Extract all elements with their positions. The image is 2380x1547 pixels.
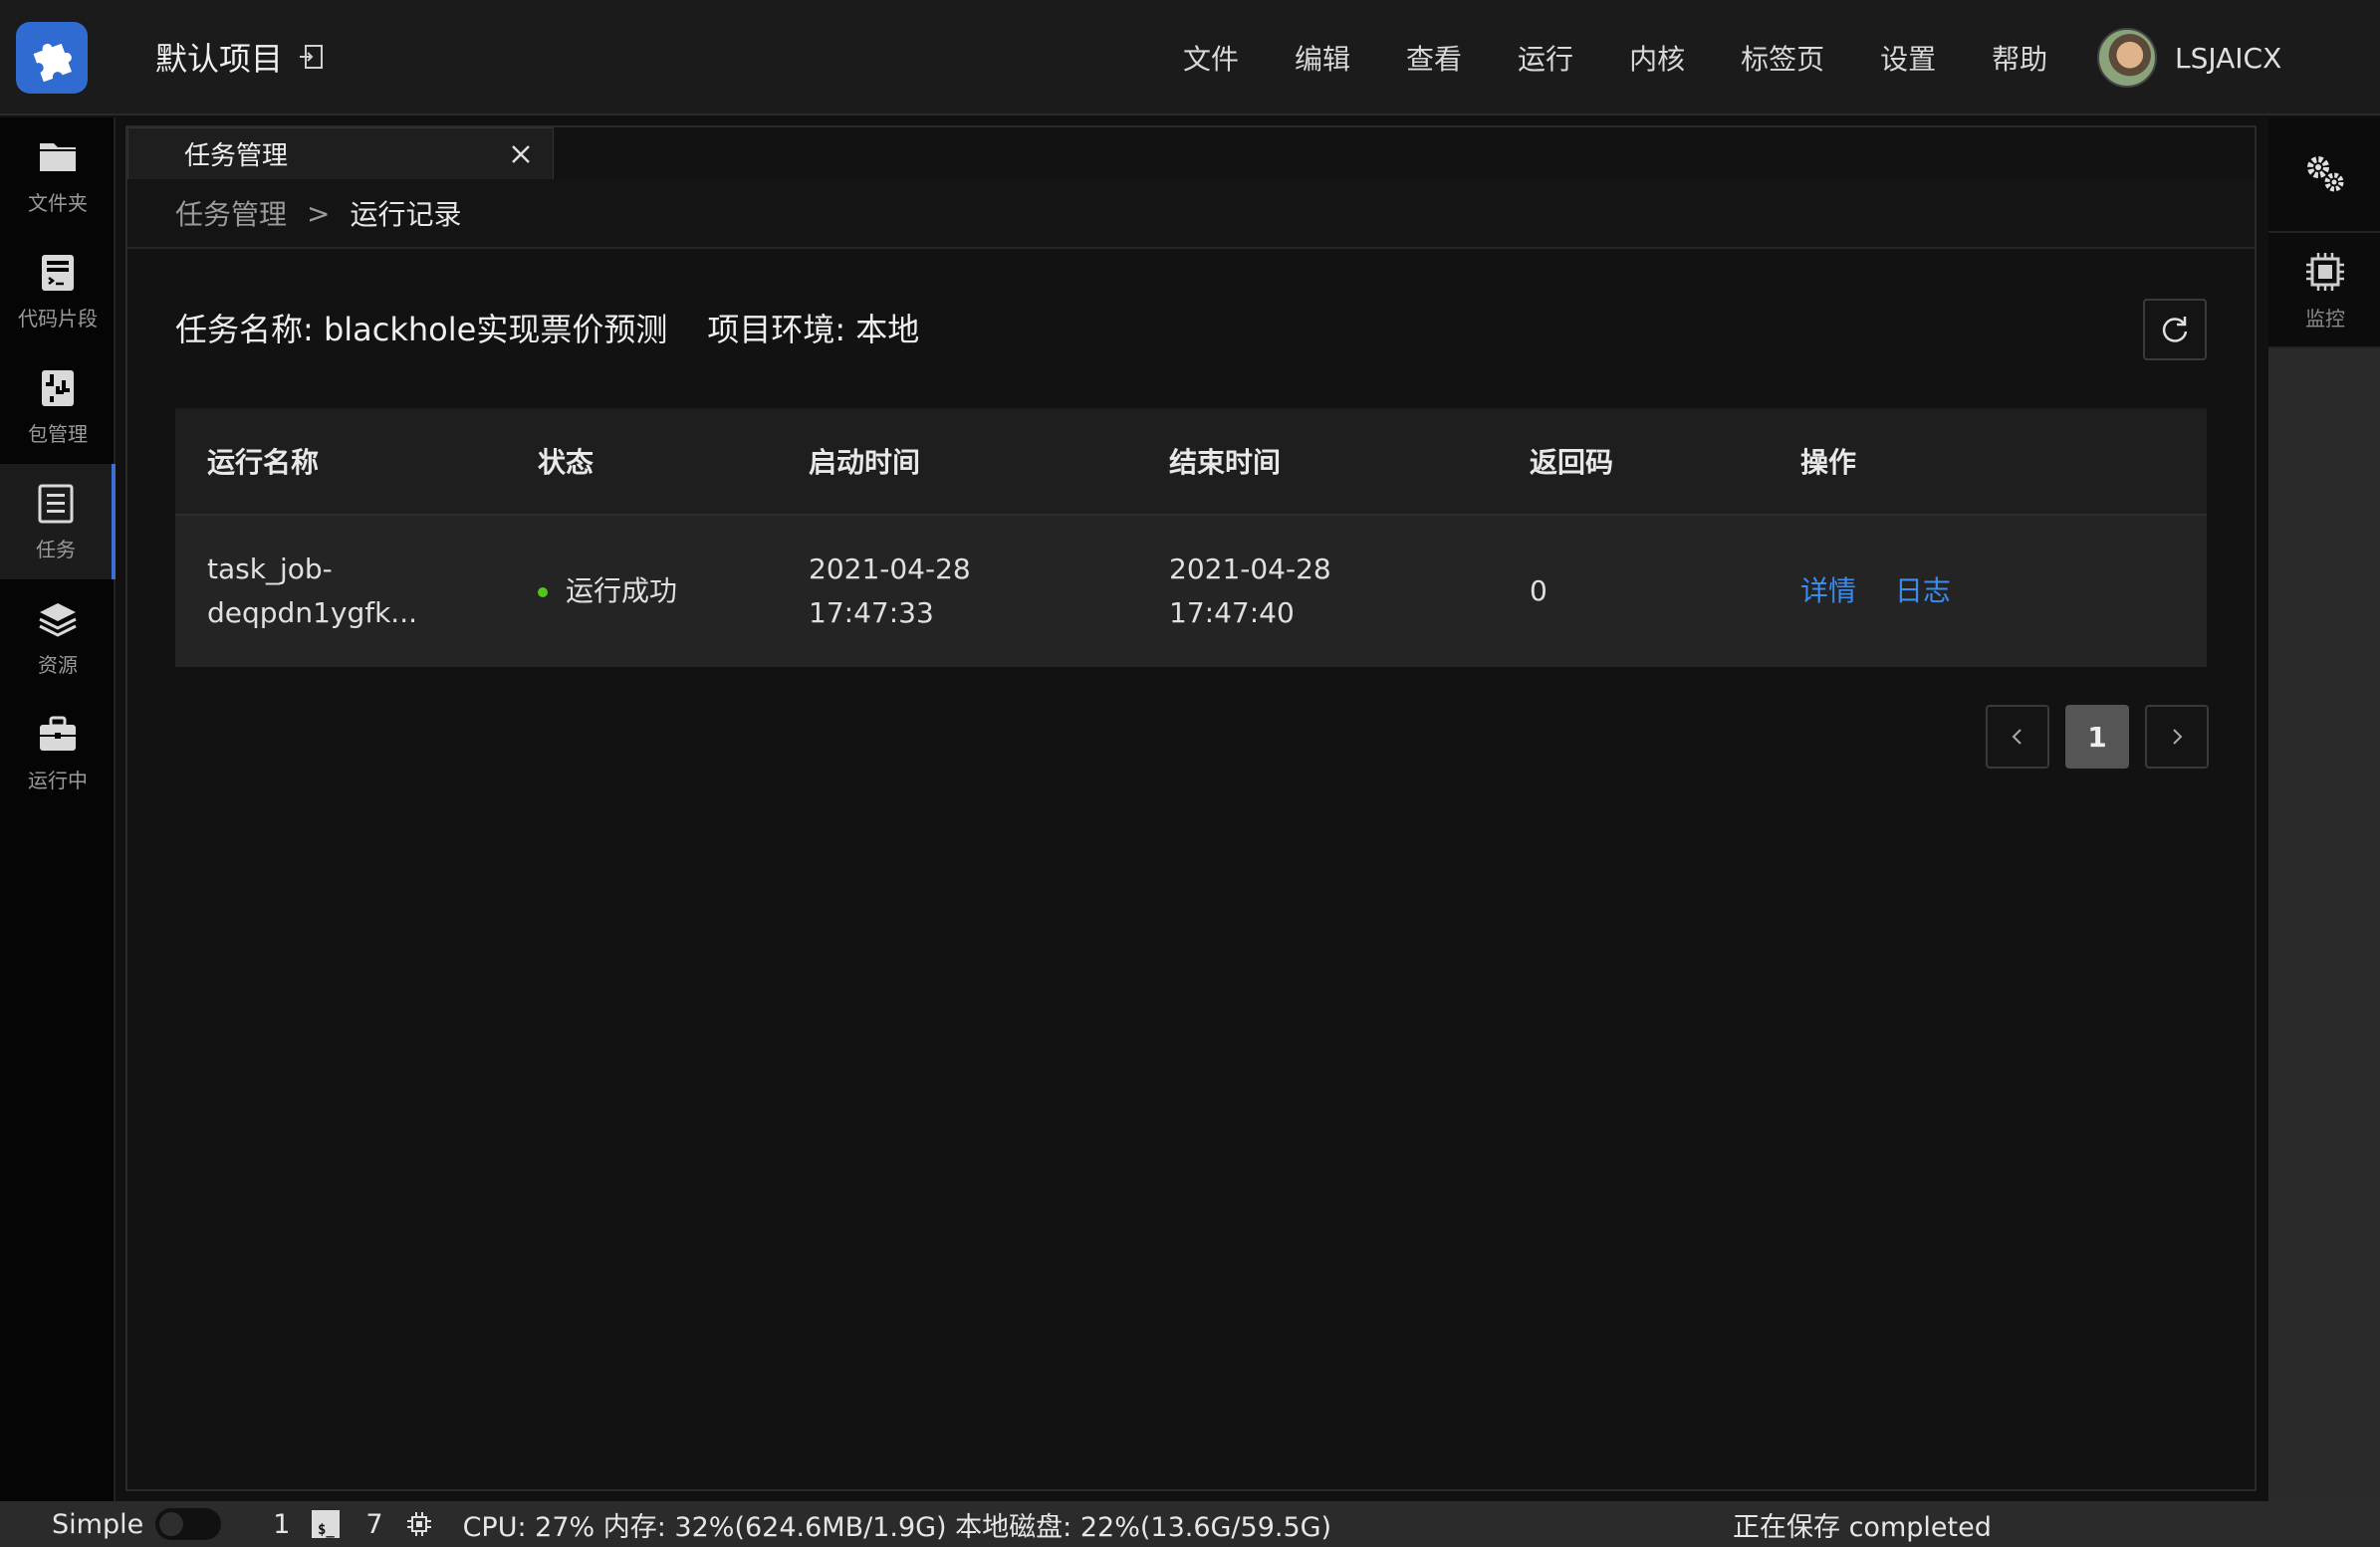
- chevron-left-icon: [2012, 729, 2022, 745]
- layers-icon: [39, 602, 77, 637]
- right-sidebar-item-monitor[interactable]: 监控: [2268, 233, 2380, 348]
- task-info: 任务名称: blackhole实现票价预测 项目环境: 本地: [175, 305, 919, 350]
- logs-link[interactable]: 日志: [1895, 574, 1951, 607]
- sidebar-item-label: 包管理: [28, 421, 88, 446]
- column-header-start-time: 启动时间: [809, 446, 921, 479]
- column-header-run-name: 运行名称: [207, 446, 320, 479]
- task-icon: [38, 484, 74, 523]
- app-logo[interactable]: [16, 22, 88, 94]
- menu-edit[interactable]: 编辑: [1295, 38, 1350, 78]
- sidebar-item-label: 代码片段: [18, 306, 98, 331]
- main-menu: 文件 编辑 查看 运行 内核 标签页 设置 帮助: [1183, 38, 2103, 78]
- mode-label: Simple: [52, 1508, 144, 1540]
- menu-file[interactable]: 文件: [1183, 38, 1239, 78]
- sidebar-item-package[interactable]: 包管理: [0, 348, 116, 464]
- sidebar-item-task[interactable]: 任务: [0, 464, 116, 579]
- right-sidebar: 监控: [2266, 117, 2380, 1501]
- menu-help[interactable]: 帮助: [1992, 38, 2047, 78]
- code-snippet-icon: [42, 254, 74, 291]
- right-sidebar-item-label: 监控: [2305, 306, 2345, 331]
- project-environment: 项目环境: 本地: [707, 311, 920, 348]
- project-selector[interactable]: 默认项目: [155, 34, 325, 80]
- puzzle-icon: [33, 43, 72, 82]
- tab-label: 任务管理: [184, 141, 289, 171]
- main-panel: 任务管理 任务管理 > 运行记录 任务名称: blackhole实现票价预测 项…: [125, 125, 2257, 1491]
- username: LSJAICX: [2175, 41, 2282, 75]
- run-name-cell: task_job-deqpdn1ygfk...: [207, 552, 417, 629]
- menu-settings[interactable]: 设置: [1880, 38, 1936, 78]
- sidebar-item-label: 运行中: [28, 768, 88, 792]
- save-status: 正在保存 completed: [1733, 1511, 1992, 1543]
- package-icon: [42, 369, 74, 406]
- project-title: 默认项目: [155, 40, 284, 78]
- tab-bar: 任务管理: [127, 127, 2255, 179]
- page-button-current[interactable]: 1: [2065, 705, 2129, 769]
- top-bar: 默认项目 文件 编辑 查看 运行 内核 标签页 设置 帮助 LSJAICX: [0, 0, 2380, 115]
- table-row: task_job-deqpdn1ygfk... 运行成功 2021-04-28 …: [175, 516, 2207, 667]
- status-dot: [538, 587, 548, 597]
- resource-stats: CPU: 27% 内存: 32%(624.6MB/1.9G) 本地磁盘: 22%…: [462, 1511, 1332, 1543]
- start-date: 2021-04-28: [809, 552, 971, 585]
- column-header-status: 状态: [538, 446, 595, 479]
- status-cell: 运行成功: [538, 569, 809, 613]
- details-link[interactable]: 详情: [1800, 574, 1856, 607]
- folder-icon: [40, 142, 76, 171]
- column-header-return-code: 返回码: [1530, 446, 1614, 479]
- menu-tabs[interactable]: 标签页: [1741, 38, 1824, 78]
- terminal-count: 1: [273, 1508, 291, 1540]
- tab-task-management[interactable]: 任务管理: [127, 127, 554, 179]
- breadcrumb-current: 运行记录: [350, 198, 462, 231]
- sidebar-item-code-snippet[interactable]: 代码片段: [0, 233, 116, 348]
- end-time: 17:47:40: [1169, 596, 1295, 629]
- gears-icon: [2307, 156, 2344, 192]
- close-icon[interactable]: [509, 142, 533, 166]
- menu-kernel[interactable]: 内核: [1629, 38, 1685, 78]
- simple-mode-toggle[interactable]: [155, 1508, 222, 1540]
- switch-project-icon[interactable]: [299, 44, 325, 70]
- breadcrumb-parent[interactable]: 任务管理: [175, 193, 287, 233]
- briefcase-icon: [40, 716, 76, 751]
- sidebar-item-label: 文件夹: [28, 190, 88, 215]
- refresh-icon: [2162, 317, 2188, 342]
- breadcrumb: 任务管理 > 运行记录: [127, 179, 2255, 249]
- sidebar-item-resources[interactable]: 资源: [0, 579, 116, 695]
- menu-view[interactable]: 查看: [1406, 38, 1462, 78]
- sidebar-item-running[interactable]: 运行中: [0, 695, 116, 810]
- column-header-end-time: 结束时间: [1169, 446, 1282, 479]
- end-time-cell: 2021-04-28 17:47:40: [1169, 548, 1530, 635]
- return-code-cell: 0: [1530, 574, 1547, 607]
- refresh-button[interactable]: [2143, 299, 2207, 360]
- start-time: 17:47:33: [809, 596, 934, 629]
- status-bar: Simple 1 $_ 7 CPU: 27% 内存: 32%(624.6MB/1…: [0, 1501, 2380, 1547]
- terminal-icon[interactable]: $_: [312, 1510, 341, 1538]
- chip-icon: [2306, 252, 2344, 291]
- sidebar-item-label: 任务: [36, 537, 76, 561]
- sidebar-item-label: 资源: [38, 652, 78, 677]
- actions-cell: 详情 日志: [1800, 569, 2199, 613]
- breadcrumb-separator: >: [307, 196, 331, 230]
- user-menu[interactable]: LSJAICX: [2097, 28, 2281, 88]
- kernel-chip-icon[interactable]: [405, 1510, 433, 1538]
- avatar: [2097, 28, 2157, 88]
- chevron-right-icon: [2173, 729, 2183, 745]
- menu-run[interactable]: 运行: [1518, 38, 1573, 78]
- end-date: 2021-04-28: [1169, 552, 1331, 585]
- run-records-table: 运行名称 状态 启动时间 结束时间 返回码 操作 task_job-deqpdn…: [175, 408, 2207, 667]
- table-header: 运行名称 状态 启动时间 结束时间 返回码 操作: [175, 408, 2207, 516]
- start-time-cell: 2021-04-28 17:47:33: [809, 548, 1169, 635]
- pagination: 1: [1986, 705, 2209, 769]
- prev-page-button[interactable]: [1986, 705, 2049, 769]
- right-sidebar-item-settings[interactable]: [2268, 117, 2380, 233]
- kernel-count: 7: [365, 1508, 383, 1540]
- sidebar-item-folder[interactable]: 文件夹: [0, 117, 116, 233]
- status-text: 运行成功: [566, 574, 678, 607]
- left-sidebar: 文件夹 代码片段 包管理 任务 资源 运行中: [0, 117, 116, 1501]
- next-page-button[interactable]: [2145, 705, 2209, 769]
- task-name: 任务名称: blackhole实现票价预测: [175, 311, 668, 348]
- column-header-actions: 操作: [1800, 446, 1857, 479]
